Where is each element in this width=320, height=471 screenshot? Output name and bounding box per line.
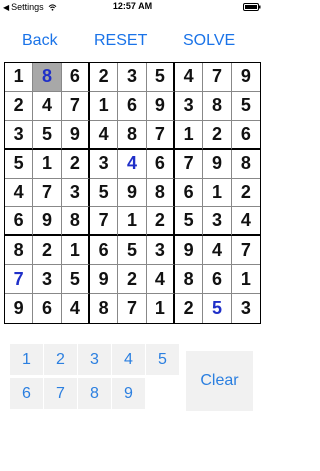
sudoku-cell[interactable]: 9 [203,149,232,179]
sudoku-cell[interactable]: 7 [61,91,90,121]
sudoku-cell[interactable]: 4 [118,149,147,179]
sudoku-cell[interactable]: 2 [231,179,260,208]
sudoku-cell[interactable]: 7 [90,207,119,237]
sudoku-cell[interactable]: 9 [146,91,175,121]
sudoku-cell[interactable]: 5 [5,149,34,179]
sudoku-cell[interactable]: 3 [146,236,175,266]
sudoku-cell[interactable]: 2 [175,294,204,323]
sudoku-board: 1862354792471693853594871265123467984735… [4,62,261,324]
sudoku-cell[interactable]: 2 [146,207,175,237]
sudoku-cell[interactable]: 4 [175,63,204,92]
sudoku-cell[interactable]: 9 [61,120,90,150]
sudoku-cell[interactable]: 2 [203,120,232,150]
sudoku-cell[interactable]: 8 [5,236,34,266]
sudoku-cell[interactable]: 6 [118,91,147,121]
sudoku-cell[interactable]: 6 [61,63,90,92]
sudoku-cell[interactable]: 9 [5,294,34,323]
back-button[interactable]: Back [22,32,58,50]
nav-bar: Back RESET SOLVE [0,32,265,56]
sudoku-cell[interactable]: 8 [33,63,62,92]
sudoku-cell[interactable]: 5 [90,178,119,208]
sudoku-cell[interactable]: 5 [146,63,175,92]
sudoku-cell[interactable]: 6 [33,294,62,323]
sudoku-cell[interactable]: 2 [61,149,90,179]
sudoku-cell[interactable]: 5 [231,92,260,121]
sudoku-cell[interactable]: 9 [175,236,204,266]
sudoku-cell[interactable]: 9 [33,207,62,237]
sudoku-cell[interactable]: 8 [61,207,90,237]
sudoku-cell[interactable]: 5 [118,236,147,266]
sudoku-cell[interactable]: 1 [175,120,204,150]
sudoku-cell[interactable]: 5 [175,207,204,237]
sudoku-cell[interactable]: 3 [118,63,147,92]
sudoku-cell[interactable]: 7 [5,265,34,295]
sudoku-cell[interactable]: 7 [118,294,147,323]
key-6[interactable]: 6 [10,378,43,409]
sudoku-cell[interactable]: 3 [61,178,90,208]
key-3[interactable]: 3 [78,344,111,375]
sudoku-cell[interactable]: 2 [5,91,34,121]
sudoku-cell[interactable]: 7 [231,236,260,266]
sudoku-cell[interactable]: 3 [232,294,260,323]
sudoku-cell[interactable]: 9 [118,178,147,208]
sudoku-cell[interactable]: 8 [118,120,147,150]
sudoku-cell[interactable]: 7 [175,149,204,179]
sudoku-cell[interactable]: 4 [146,265,175,295]
key-2[interactable]: 2 [44,344,77,375]
status-bar: ◀ Settings 12:57 AM [0,0,265,14]
sudoku-cell[interactable]: 7 [146,120,175,150]
sudoku-cell[interactable]: 4 [33,91,62,121]
key-7[interactable]: 7 [44,378,77,409]
sudoku-cell[interactable]: 3 [175,91,204,121]
sudoku-cell[interactable]: 6 [203,265,232,295]
sudoku-cell[interactable]: 6 [90,236,119,266]
sudoku-cell[interactable]: 6 [5,207,34,237]
sudoku-cell[interactable]: 1 [5,63,34,92]
sudoku-cell[interactable]: 6 [231,121,260,150]
solve-button[interactable]: SOLVE [183,32,235,50]
sudoku-cell[interactable]: 5 [203,294,232,323]
sudoku-cell[interactable]: 7 [203,63,232,92]
sudoku-cell[interactable]: 1 [61,236,90,266]
sudoku-cell[interactable]: 4 [231,207,260,237]
sudoku-cell[interactable]: 1 [231,265,260,295]
sudoku-cell[interactable]: 8 [90,294,119,323]
sudoku-cell[interactable]: 1 [90,91,119,121]
sudoku-cell[interactable]: 9 [231,63,260,92]
key-4[interactable]: 4 [112,344,145,375]
sudoku-cell[interactable]: 2 [33,236,62,266]
sudoku-cell[interactable]: 7 [33,178,62,208]
sudoku-cell[interactable]: 4 [203,236,232,266]
sudoku-cell[interactable]: 8 [175,265,204,295]
sudoku-cell[interactable]: 3 [33,265,62,295]
sudoku-cell[interactable]: 4 [62,294,90,323]
sudoku-cell[interactable]: 5 [33,120,62,150]
sudoku-cell[interactable]: 9 [90,265,119,295]
sudoku-cell[interactable]: 3 [5,120,34,150]
sudoku-cell[interactable]: 8 [146,178,175,208]
sudoku-cell[interactable]: 2 [118,265,147,295]
sudoku-cell[interactable]: 8 [203,91,232,121]
key-5[interactable]: 5 [146,344,179,375]
sudoku-cell[interactable]: 2 [90,63,119,92]
sudoku-cell[interactable]: 4 [90,120,119,150]
sudoku-cell[interactable]: 6 [175,178,204,208]
sudoku-cell[interactable]: 1 [147,294,175,323]
sudoku-cell[interactable]: 3 [90,149,119,179]
sudoku-cell[interactable]: 1 [203,178,232,208]
clear-button[interactable]: Clear [186,351,253,411]
key-9[interactable]: 9 [112,378,145,409]
key-1[interactable]: 1 [10,344,43,375]
sudoku-cell[interactable]: 1 [118,207,147,237]
battery-icon [243,3,261,11]
sudoku-cell[interactable]: 3 [203,207,232,237]
status-time: 12:57 AM [112,1,153,11]
sudoku-cell[interactable]: 1 [33,149,62,179]
sudoku-cell[interactable]: 8 [231,150,260,179]
key-8[interactable]: 8 [78,378,111,409]
sudoku-cell[interactable]: 4 [5,178,34,208]
reset-button[interactable]: RESET [94,32,147,50]
sudoku-cell[interactable]: 6 [146,149,175,179]
sudoku-cell[interactable]: 5 [61,265,90,295]
